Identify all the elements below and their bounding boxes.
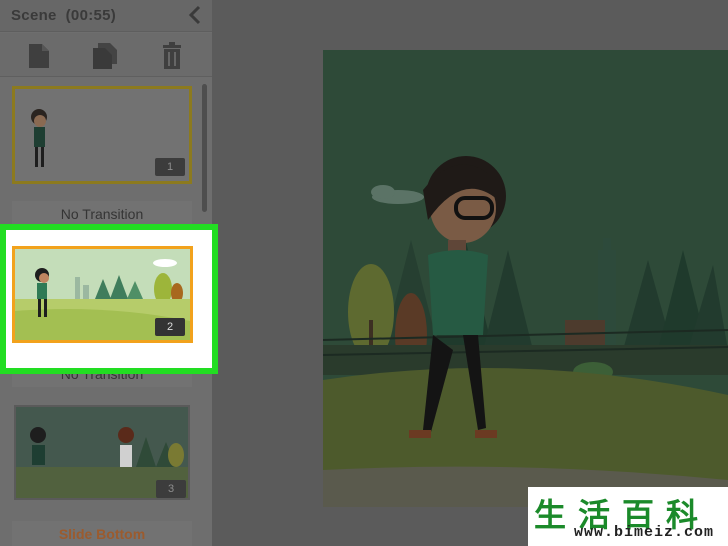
new-scene-icon bbox=[29, 44, 49, 68]
delete-scene-button[interactable] bbox=[160, 42, 186, 70]
scene-duration: (00:55) bbox=[65, 7, 117, 24]
scene-thumbnail-3[interactable]: 3 bbox=[14, 405, 190, 500]
duplicate-scene-icon bbox=[93, 43, 117, 69]
watermark: 生活百科 www.bimeiz.com bbox=[528, 487, 728, 546]
scene-canvas[interactable] bbox=[323, 50, 728, 507]
new-scene-button[interactable] bbox=[27, 42, 53, 70]
duplicate-scene-button[interactable] bbox=[92, 42, 118, 70]
scene-thumbnail-1[interactable]: 1 bbox=[12, 86, 192, 184]
panel-header: Scene (00:55) bbox=[0, 0, 212, 32]
scene-3-transition[interactable]: Slide Bottom bbox=[12, 521, 192, 546]
watermark-url: www.bimeiz.com bbox=[574, 524, 715, 541]
chevron-left-icon bbox=[188, 5, 201, 25]
scene-number-badge: 2 bbox=[155, 318, 185, 336]
collapse-panel-button[interactable] bbox=[188, 5, 206, 25]
panel-title-text: Scene bbox=[11, 7, 57, 24]
trash-icon bbox=[163, 42, 181, 69]
scene-number-badge: 3 bbox=[156, 480, 186, 498]
scene-thumbnail-2[interactable]: 2 bbox=[12, 246, 193, 343]
scene-number-badge: 1 bbox=[155, 158, 185, 176]
panel-scrollbar[interactable] bbox=[202, 84, 207, 212]
scene-illustration bbox=[323, 50, 728, 507]
panel-title: Scene (00:55) bbox=[11, 7, 116, 24]
scene-toolbar bbox=[0, 33, 212, 77]
